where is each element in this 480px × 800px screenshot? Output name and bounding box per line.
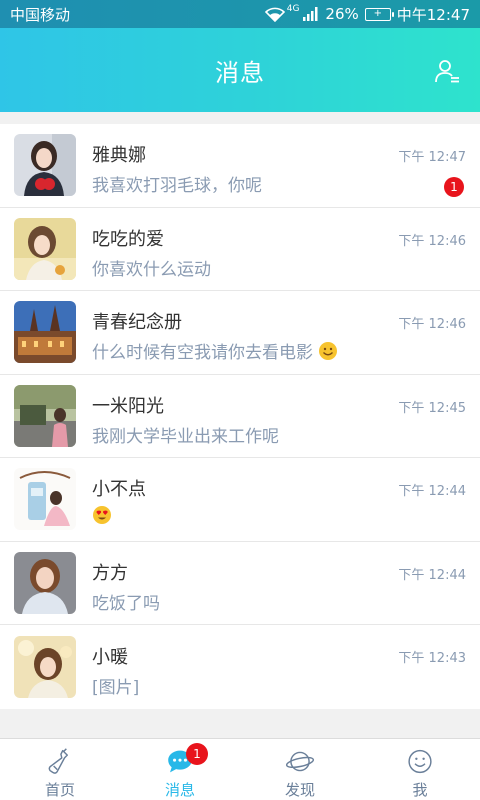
carrier-name: 中国移动 [10,5,71,24]
conversation-item[interactable]: 吃吃的爱 你喜欢什么运动 下午 12:46 [0,208,480,291]
planet-icon [285,751,315,772]
conversation-time: 下午 12:44 [398,567,466,583]
conversation-name: 方方 [92,562,128,584]
clock: 中午12:47 [396,5,470,24]
conversation-name: 小不点 [92,479,146,501]
smiley-icon [408,749,432,774]
network-type: 4G [286,4,300,14]
conversation-preview: 什么时候有空我请你去看电影 [92,343,313,364]
smile-emoji [319,342,338,361]
conversation-preview: 我刚大学毕业出来工作呢 [92,426,279,447]
unread-badge: 1 [444,177,464,197]
app-header: 消息 [0,28,480,112]
conversation-item[interactable]: 一米阳光 我刚大学毕业出来工作呢 下午 12:45 [0,375,480,458]
conversation-name: 小暖 [92,646,128,668]
conversation-preview: 你喜欢什么运动 [92,259,211,280]
avatar [14,468,76,531]
tab-badge: 1 [186,743,208,765]
conversation-list: 雅典娜 我喜欢打羽毛球，你呢 下午 12:47 1 吃吃的爱 你喜欢什么运动 下… [0,124,480,709]
avatar [14,134,76,197]
heart-eyes-emoji [93,506,111,525]
conversation-preview: [图片] [92,677,140,698]
page-title: 消息 [215,58,265,87]
tab-me[interactable]: 我 [360,739,480,800]
tab-label: 首页 [44,781,75,799]
conversation-time: 下午 12:44 [398,484,466,499]
conversation-name: 雅典娜 [92,145,146,167]
conversation-time: 下午 12:43 [398,651,466,666]
tab-messages[interactable]: 1 消息 [120,739,240,800]
battery-percent: 26% [325,5,359,23]
contacts-icon [435,60,459,83]
tab-label: 消息 [164,781,195,799]
tab-label: 发现 [284,781,315,799]
conversation-preview: 吃饭了吗 [92,593,160,614]
conversation-time: 下午 12:45 [398,400,466,416]
conversation-preview: 我喜欢打羽毛球，你呢 [92,176,262,197]
avatar [14,384,76,447]
conversation-time: 下午 12:47 [398,150,466,165]
conversation-preview-row [92,505,112,527]
conversation-preview-row: 什么时候有空我请你去看电影 [92,338,338,363]
battery-icon: + [364,7,394,21]
status-bar: 中国移动 4G 26% + 中午12:47 [0,0,480,28]
conversation-name: 青春纪念册 [92,312,182,334]
contacts-button[interactable] [434,58,460,84]
conversation-name: 一米阳光 [92,395,164,417]
avatar [14,217,76,280]
tab-discover[interactable]: 发现 [240,739,360,800]
avatar [14,301,76,364]
tab-home[interactable]: 首页 [0,739,120,800]
avatar [14,551,76,614]
wifi-icon [264,7,285,22]
bottom-tab-bar: 首页 1 消息 发现 我 [0,738,480,800]
conversation-item[interactable]: 青春纪念册 什么时候有空我请你去看电影 下午 12:46 [0,291,480,375]
conversation-item[interactable]: 雅典娜 我喜欢打羽毛球，你呢 下午 12:47 1 [0,124,480,208]
conversation-time: 下午 12:46 [398,317,466,332]
conversation-time: 下午 12:46 [398,233,466,249]
tab-label: 我 [412,781,428,799]
bottle-icon [48,748,68,774]
conversation-item[interactable]: 方方 吃饭了吗 下午 12:44 [0,542,480,625]
avatar [14,635,76,698]
conversation-item[interactable]: 小暖 [图片] 下午 12:43 [0,625,480,709]
conversation-name: 吃吃的爱 [92,228,164,250]
signal-icon [303,7,319,21]
conversation-item[interactable]: 小不点 下午 12:44 [0,458,480,542]
